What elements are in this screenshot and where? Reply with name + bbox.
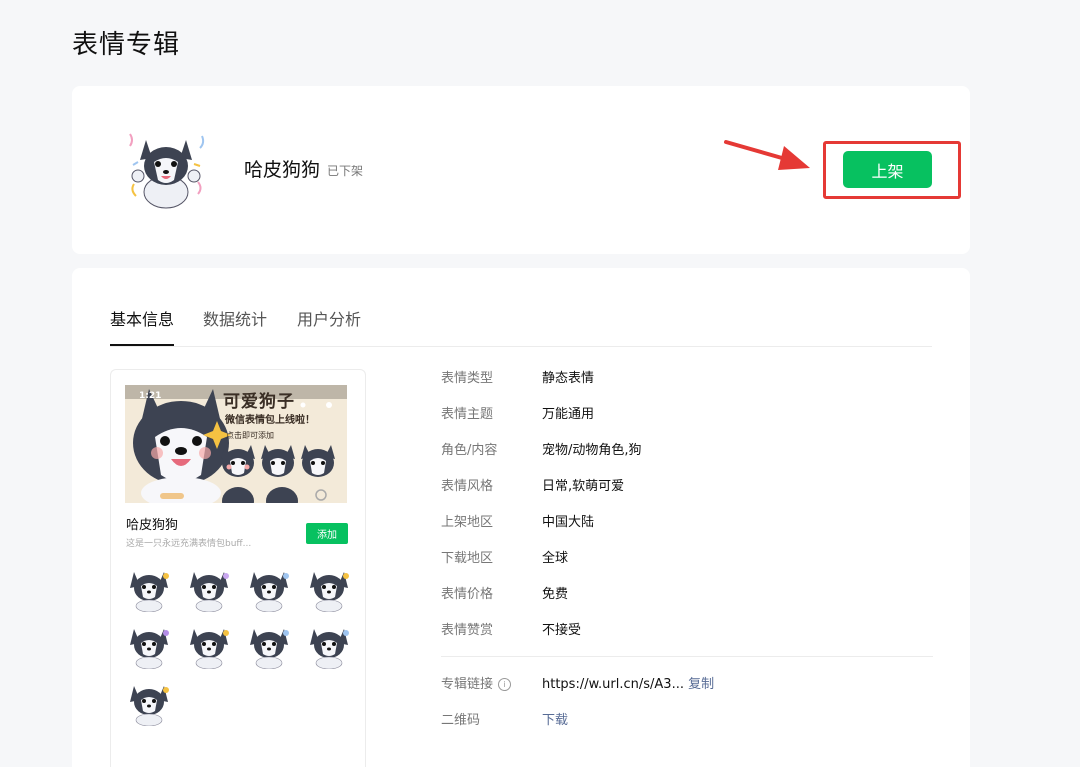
info-value: 万能通用 — [542, 407, 595, 422]
info-value: 静态表情 — [542, 371, 595, 386]
sticker-thumbnail[interactable] — [126, 623, 172, 669]
album-name: 哈皮狗狗 — [244, 159, 321, 181]
page-title: 表情专辑 — [72, 30, 181, 60]
info-divider — [441, 656, 933, 657]
album-cover-sticker — [129, 133, 205, 209]
info-row: 表情风格 日常,软萌可爱 — [441, 477, 933, 497]
download-qr-link[interactable]: 下载 — [542, 711, 568, 731]
qr-code-row: 二维码 下载 — [441, 711, 933, 731]
sticker-thumbnail[interactable] — [246, 566, 292, 612]
info-label: 表情风格 — [441, 479, 494, 494]
info-label: 表情主题 — [441, 407, 494, 422]
sticker-thumbnail[interactable] — [306, 623, 352, 669]
detail-card: 基本信息 数据统计 用户分析 1:21 可爱狗子 微信表情包上线啦！ 点击即可添… — [72, 268, 970, 767]
info-label: 角色/内容 — [441, 443, 498, 458]
info-value: 宠物/动物角色,狗 — [542, 443, 642, 458]
sticker-thumbnail[interactable] — [306, 566, 352, 612]
tab-data-statistics[interactable]: 数据统计 — [203, 309, 267, 331]
info-label: 表情价格 — [441, 587, 494, 602]
info-value: 全球 — [542, 551, 569, 566]
info-row: 角色/内容 宠物/动物角色,狗 — [441, 441, 933, 461]
sticker-thumbnail[interactable] — [126, 566, 172, 612]
info-row: 表情价格 免费 — [441, 585, 933, 605]
info-value: 不接受 — [542, 623, 582, 638]
info-row: 表情赞赏 不接受 — [441, 621, 933, 641]
banner-subtitle: 微信表情包上线啦！ — [225, 415, 315, 426]
tab-user-analysis[interactable]: 用户分析 — [297, 309, 361, 331]
tab-basic-info[interactable]: 基本信息 — [110, 309, 174, 331]
album-link-label: 专辑链接 i — [441, 675, 512, 695]
album-link-value: https://w.url.cn/s/A3... 复制 — [542, 677, 715, 692]
sticker-preview-panel: 1:21 可爱狗子 微信表情包上线啦！ 点击即可添加 哈皮狗狗 这是一只永远充满… — [110, 369, 366, 767]
info-row: 上架地区 中国大陆 — [441, 513, 933, 533]
info-row: 下载地区 全球 — [441, 549, 933, 569]
album-header-card: 哈皮狗狗 已下架 上架 — [72, 86, 970, 254]
publish-button[interactable]: 上架 — [843, 151, 932, 188]
album-link-row: 专辑链接 i https://w.url.cn/s/A3... 复制 — [441, 675, 933, 695]
info-label: 表情类型 — [441, 371, 494, 386]
info-value: 日常,软萌可爱 — [542, 479, 625, 494]
banner-title: 可爱狗子 — [223, 392, 295, 412]
preview-banner: 1:21 可爱狗子 微信表情包上线啦！ 点击即可添加 — [125, 385, 347, 503]
preview-album-name: 哈皮狗狗 — [126, 518, 179, 533]
info-row: 表情主题 万能通用 — [441, 405, 933, 425]
sticker-thumbnail[interactable] — [186, 623, 232, 669]
active-tab-indicator — [110, 344, 174, 346]
info-value: 免费 — [542, 587, 569, 602]
info-value: 中国大陆 — [542, 515, 595, 530]
status-badge: 已下架 — [327, 164, 364, 178]
preview-description: 这是一只永远充满表情包buff... — [126, 539, 252, 549]
tab-bar: 基本信息 数据统计 用户分析 — [110, 298, 932, 347]
info-row: 表情类型 静态表情 — [441, 369, 933, 389]
sticker-thumbnail[interactable] — [186, 566, 232, 612]
qr-code-label: 二维码 — [441, 713, 481, 728]
banner-time: 1:21 — [139, 391, 162, 401]
red-arrow-annotation — [724, 140, 810, 170]
sticker-thumbnail[interactable] — [126, 680, 172, 726]
banner-hint: 点击即可添加 — [226, 431, 274, 440]
add-sticker-button[interactable]: 添加 — [306, 523, 348, 544]
info-circle-icon[interactable]: i — [498, 678, 512, 691]
info-label: 上架地区 — [441, 515, 494, 530]
info-label: 表情赞赏 — [441, 623, 494, 638]
info-label: 下载地区 — [441, 551, 494, 566]
copy-link[interactable]: 复制 — [688, 677, 714, 692]
sticker-thumbnail[interactable] — [246, 623, 292, 669]
